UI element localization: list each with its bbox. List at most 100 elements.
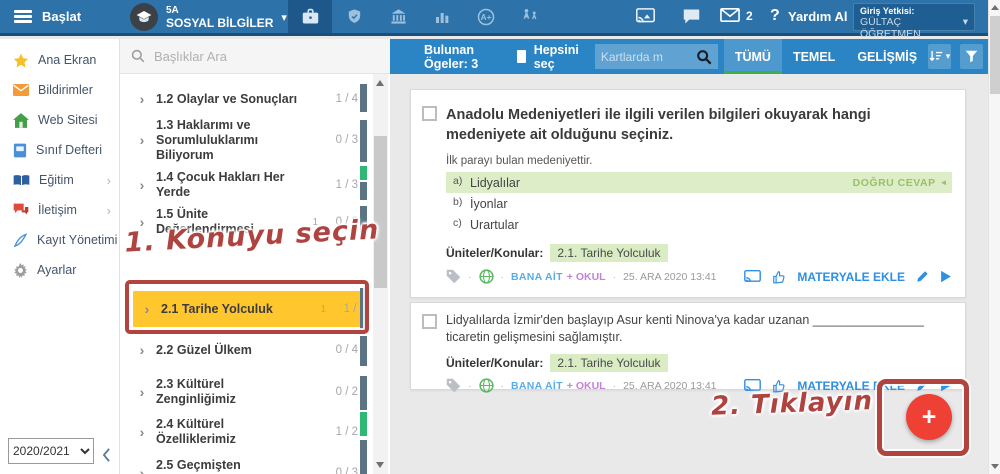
topic-row[interactable]: › 2.5 Geçmişten Günümüze 0 / 3 xyxy=(128,458,360,474)
globe-icon[interactable] xyxy=(478,269,494,284)
filter-button[interactable] xyxy=(960,44,984,69)
annotation-step2: 2. Tıklayın xyxy=(710,386,874,422)
top-navigation-bar: Başlat 5A SOSYAL BİLGİLER ▾ A+ 2 ? Yardı… xyxy=(0,0,988,40)
login-role-dropdown[interactable]: Giriş Yetkisi: GÜLTAÇ ÖĞRETMEN ▾ xyxy=(853,3,975,40)
question-text: Lidyalılarda İzmir'den başlayıp Asur ken… xyxy=(446,313,925,344)
correct-answer-text: DOĞRU CEVAP xyxy=(852,176,936,189)
scroll-up-icon[interactable] xyxy=(376,80,384,86)
sidebar-item-web-sitesi[interactable]: Web Sitesi xyxy=(0,105,119,135)
search-icon[interactable] xyxy=(696,49,712,65)
class-switcher[interactable]: 5A SOSYAL BİLGİLER ▾ xyxy=(130,2,287,32)
chevron-right-icon[interactable]: › xyxy=(128,132,156,148)
tab-gelismis[interactable]: GELİŞMİŞ xyxy=(846,39,928,74)
sidebar-item-sinif-defteri[interactable]: Sınıf Defteri xyxy=(0,135,119,165)
help-question-icon[interactable]: ? xyxy=(770,7,780,25)
sidebar-item-label: Eğitim xyxy=(39,173,74,187)
gear-icon xyxy=(13,262,28,278)
briefcase-module-button[interactable] xyxy=(288,0,332,33)
class-avatar xyxy=(130,3,158,31)
chevron-right-icon: › xyxy=(106,172,111,188)
card-checkbox[interactable] xyxy=(422,314,437,329)
owner-label[interactable]: BANA AİT xyxy=(511,271,563,283)
topic-row[interactable]: › 1.2 Olaylar ve Sonuçları 1 / 4 xyxy=(128,84,360,114)
cards-search-input[interactable] xyxy=(600,49,696,64)
topic-row[interactable]: › 2.2 Güzel Ülkem 0 / 4 xyxy=(128,335,360,365)
chevron-right-icon[interactable]: › xyxy=(128,342,156,358)
sidebar-item-kayit-yonetimi[interactable]: Kayıt Yönetimi xyxy=(0,225,119,255)
collapse-sidebar-icon[interactable] xyxy=(102,448,111,462)
select-all-checkbox[interactable] xyxy=(516,50,526,63)
topic-row[interactable]: › 2.3 Kültürel Zenginliğimiz 0 / 2 xyxy=(128,377,360,407)
topic-title: 1.4 Çocuk Hakları Her Yerde xyxy=(156,170,285,199)
sort-button[interactable]: ▾ xyxy=(928,44,952,69)
progress-strip-segment xyxy=(360,412,367,436)
sidebar-item-egitim[interactable]: Eğitim › xyxy=(0,165,119,195)
open-book-icon xyxy=(13,174,30,187)
sidebar-item-bildirimler[interactable]: Bildirimler xyxy=(0,75,119,105)
sidebar-item-ayarlar[interactable]: Ayarlar xyxy=(0,255,119,285)
bank-module-button[interactable] xyxy=(376,0,420,33)
grade-a-plus-module-button[interactable]: A+ xyxy=(464,0,508,33)
option-key: a) xyxy=(453,174,463,187)
thumbs-up-icon[interactable] xyxy=(772,270,786,284)
chevron-right-icon[interactable]: › xyxy=(128,384,156,400)
scroll-down-icon[interactable] xyxy=(376,462,384,468)
chevron-right-icon[interactable]: › xyxy=(128,177,156,193)
tag-icon[interactable] xyxy=(446,378,461,393)
scrollbar-thumb[interactable] xyxy=(374,136,387,288)
globe-icon[interactable] xyxy=(478,378,494,393)
owner-extra-label[interactable]: + OKUL xyxy=(567,380,606,392)
cast-icon[interactable] xyxy=(744,269,762,284)
mail-icon[interactable] xyxy=(720,8,740,22)
page-scrollbar[interactable] xyxy=(988,0,1000,474)
tab-temel[interactable]: TEMEL xyxy=(782,39,846,74)
topics-panel: › 1.2 Olaylar ve Sonuçları 1 / 4 › 1.3 H… xyxy=(120,39,390,474)
question-card: Lidyalılarda İzmir'den başlayıp Asur ken… xyxy=(410,302,966,393)
bar-chart-module-button[interactable] xyxy=(420,0,464,33)
shield-check-module-button[interactable] xyxy=(332,0,376,33)
tab-tumu[interactable]: TÜMÜ xyxy=(723,39,782,74)
help-button[interactable]: Yardım Al xyxy=(788,9,847,24)
chevron-right-icon[interactable]: › xyxy=(128,424,156,440)
progress-strip-segment xyxy=(360,440,367,474)
scroll-up-icon[interactable] xyxy=(991,5,999,10)
unit-chip[interactable]: 2.1. Tarihe Yolculuk xyxy=(550,354,668,372)
topic-row[interactable]: › 2.4 Kültürel Özelliklerimiz 1 / 2 xyxy=(128,417,360,447)
chat-icon[interactable] xyxy=(682,8,701,25)
topics-search-input[interactable] xyxy=(154,48,344,64)
scrollbar-thumb[interactable] xyxy=(990,16,1000,94)
topics-scrollbar[interactable] xyxy=(373,74,388,474)
add-new-item-fab[interactable]: + xyxy=(906,394,952,440)
progress-strip-segment xyxy=(360,84,367,112)
option[interactable]: b) İyonlar xyxy=(446,193,952,214)
owner-label[interactable]: BANA AİT xyxy=(511,380,563,392)
play-icon[interactable] xyxy=(940,270,952,283)
menu-icon[interactable] xyxy=(14,10,32,23)
units-row: Üniteler/Konular: 2.1. Tarihe Yolculuk xyxy=(446,354,952,372)
left-arrow-icon: ◄ xyxy=(939,178,948,187)
start-menu-button[interactable]: Başlat xyxy=(42,9,81,24)
add-to-material-button[interactable]: MATERYALE EKLE xyxy=(797,270,905,284)
chevron-right-icon: › xyxy=(106,202,111,218)
topic-row[interactable]: › 1.4 Çocuk Hakları Her Yerde 1 / 3 xyxy=(128,170,360,200)
card-checkbox[interactable] xyxy=(422,106,437,121)
tag-icon[interactable] xyxy=(446,269,461,284)
dot-separator: · xyxy=(500,379,505,392)
topic-title: 2.4 Kültürel Özelliklerimiz xyxy=(156,417,236,446)
chevron-right-icon[interactable]: › xyxy=(128,465,156,474)
topic-row[interactable]: › 1.3 Haklarımı ve Sorumluluklarımı Bili… xyxy=(128,118,360,162)
sidebar-item-label: İletişim xyxy=(38,203,77,217)
sidebar-item-ana-ekran[interactable]: Ana Ekran xyxy=(0,45,119,75)
option[interactable]: c) Urartular xyxy=(446,214,952,235)
chevron-right-icon[interactable]: › xyxy=(128,91,156,107)
topic-count: 1 / 2 xyxy=(335,426,358,438)
unit-chip[interactable]: 2.1. Tarihe Yolculuk xyxy=(550,244,668,262)
cast-icon[interactable] xyxy=(636,8,655,24)
people-walking-module-button[interactable] xyxy=(508,0,552,33)
option-correct[interactable]: a) Lidyalılar DOĞRU CEVAP ◄ xyxy=(446,172,952,193)
school-year-select[interactable]: 2020/2021 xyxy=(8,438,94,464)
sidebar-item-iletisim[interactable]: İletişim › xyxy=(0,195,119,225)
pencil-icon[interactable] xyxy=(916,270,929,283)
owner-extra-label[interactable]: + OKUL xyxy=(567,271,606,283)
scroll-down-icon[interactable] xyxy=(991,464,999,469)
